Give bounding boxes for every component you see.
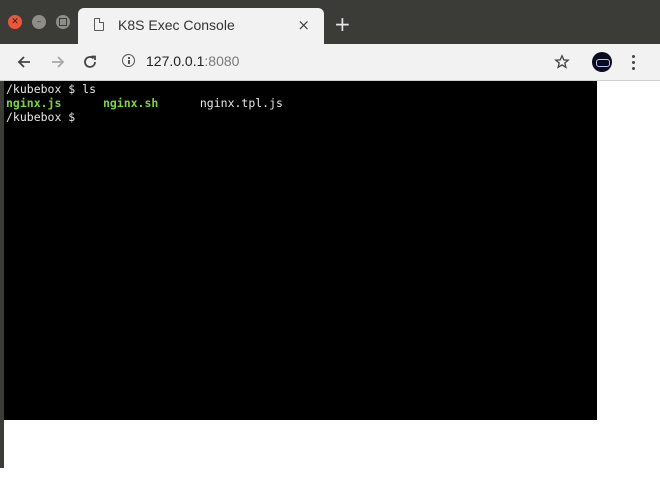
prompt: /kubebox $ — [6, 110, 83, 124]
star-icon — [554, 54, 570, 69]
file-entry: nginx.tpl.js — [199, 96, 283, 110]
tab-strip: ✕ – K8S Exec Console × + — [0, 0, 660, 44]
close-icon: ✕ — [11, 16, 19, 27]
reload-button[interactable] — [80, 52, 100, 72]
page-icon — [94, 18, 104, 31]
tab-title: K8S Exec Console — [118, 17, 235, 33]
toolbar: 127.0.0.1:8080 — [0, 44, 660, 81]
arrow-right-icon — [52, 56, 65, 68]
terminal-line: /kubebox $ — [6, 110, 597, 124]
browser-window: ✕ – K8S Exec Console × + 127.0.0.1:8080 — [0, 0, 660, 482]
profile-avatar[interactable] — [592, 52, 612, 72]
command: ls — [82, 82, 97, 96]
bookmark-button[interactable] — [552, 52, 572, 72]
url-host: 127.0.0.1 — [146, 53, 205, 69]
terminal[interactable]: /kubebox $ ls nginx.js nginx.sh nginx.tp… — [4, 81, 597, 420]
file-entry: nginx.sh — [102, 96, 159, 110]
prompt: /kubebox $ — [6, 82, 83, 96]
kebab-menu-icon[interactable] — [632, 55, 636, 71]
page-viewport: /kubebox $ ls nginx.js nginx.sh nginx.tp… — [4, 81, 660, 468]
file-entry: nginx.js — [6, 96, 62, 110]
tab-close-button[interactable]: × — [297, 16, 310, 34]
url-port: :8080 — [204, 53, 240, 69]
arrow-left-icon — [17, 56, 30, 68]
reload-icon — [84, 55, 96, 68]
forward-button[interactable] — [48, 52, 68, 72]
back-button[interactable] — [14, 52, 34, 72]
window-minimize-button[interactable]: – — [32, 15, 46, 29]
url-text: 127.0.0.1:8080 — [146, 53, 239, 69]
window-close-button[interactable]: ✕ — [8, 15, 22, 29]
window-maximize-button[interactable] — [56, 15, 70, 29]
minimize-icon: – — [36, 16, 42, 27]
terminal-line: nginx.js nginx.sh nginx.tpl.js — [6, 96, 597, 110]
maximize-icon — [59, 18, 67, 26]
new-tab-button[interactable]: + — [334, 14, 351, 34]
address-bar[interactable]: 127.0.0.1:8080 — [122, 51, 542, 73]
terminal-line: /kubebox $ ls — [6, 82, 597, 96]
info-icon[interactable] — [122, 54, 135, 67]
tab-active[interactable]: K8S Exec Console × — [78, 8, 324, 44]
